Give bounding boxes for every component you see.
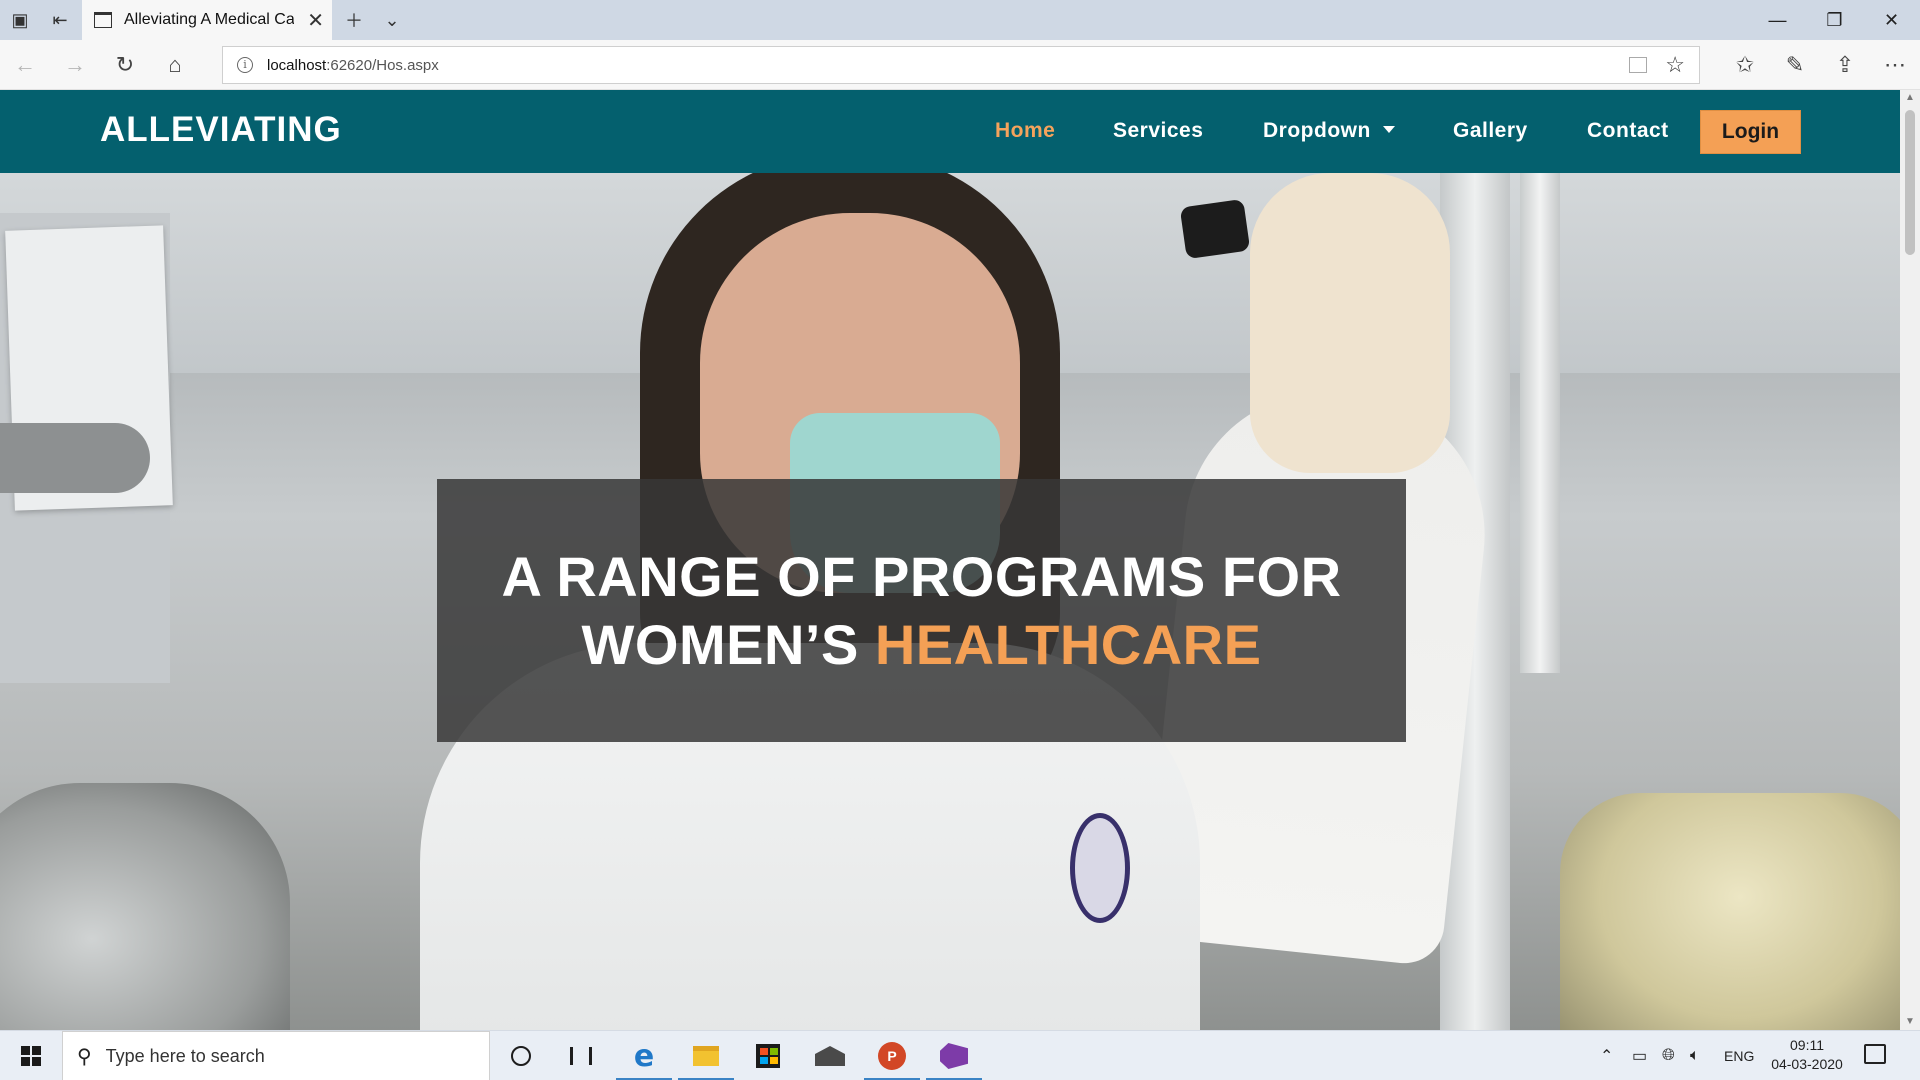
taskbar-edge[interactable]: e	[613, 1031, 675, 1080]
hero-photo-chair	[0, 783, 290, 1030]
nav-gallery[interactable]: Gallery	[1453, 119, 1528, 143]
address-bar[interactable]: i localhost:62620/Hos.aspx ☆	[222, 46, 1700, 84]
hero-caption-box: A RANGE OF PROGRAMS FOR WOMEN’S HEALTHCA…	[437, 479, 1406, 742]
taskbar-search-placeholder: Type here to search	[105, 1045, 265, 1066]
battery-icon[interactable]: ▭	[1632, 1031, 1647, 1080]
page-favicon-icon	[94, 12, 112, 28]
taskbar-mail[interactable]	[799, 1031, 861, 1080]
cortana-icon	[511, 1046, 531, 1066]
url-path: :62620/Hos.aspx	[326, 56, 439, 74]
page-scrollbar[interactable]: ▲ ▼	[1900, 90, 1920, 1030]
volume-icon[interactable]: 🔈︎	[1690, 1031, 1700, 1080]
login-button[interactable]: Login	[1700, 110, 1801, 154]
home-icon[interactable]: ⌂	[150, 40, 200, 90]
windows-taskbar: ⚲ Type here to search e P ⌃ ▭ 🌐︎ 🔈︎ ENG …	[0, 1030, 1920, 1080]
nav-dropdown-label: Dropdown	[1263, 119, 1371, 142]
caret-down-icon	[1382, 125, 1395, 133]
hero-headline-accent: HEALTHCARE	[874, 612, 1262, 676]
mail-icon	[815, 1046, 845, 1066]
tab-title: Alleviating A Medical Ca	[124, 11, 294, 28]
back-arrow-icon[interactable]: ←	[0, 40, 50, 90]
reading-view-icon[interactable]	[1629, 57, 1647, 73]
scrollbar-thumb[interactable]	[1905, 110, 1915, 255]
taskbar-powerpoint[interactable]: P	[861, 1031, 923, 1080]
site-header: ALLEVIATING Home Services Dropdown Galle…	[0, 90, 1900, 173]
action-center-icon[interactable]	[1864, 1044, 1886, 1064]
hero-photo-glove	[1250, 173, 1450, 473]
forward-arrow-icon[interactable]: →	[50, 40, 100, 90]
favorites-icon[interactable]: ✩	[1720, 40, 1770, 90]
tab-close-icon[interactable]: ✕	[307, 8, 324, 33]
browser-tab-strip: ▣ ⇤ Alleviating A Medical Ca ✕ ＋ ⌄ — ❐ ✕	[0, 0, 1920, 40]
hero-photo-equipment-arm	[0, 423, 150, 493]
browser-toolbar: ← → ↻ ⌂ i localhost:62620/Hos.aspx ☆ ✩ ✎…	[0, 40, 1920, 90]
browser-tab-active[interactable]: Alleviating A Medical Ca ✕	[82, 0, 332, 40]
task-view-icon	[570, 1047, 592, 1065]
site-info-icon[interactable]: i	[237, 57, 253, 73]
edge-icon: e	[633, 1038, 655, 1074]
store-icon	[756, 1044, 780, 1068]
scroll-up-icon[interactable]: ▲	[1900, 90, 1920, 106]
refresh-icon[interactable]: ↻	[100, 40, 150, 90]
hero-photo-pole-2	[1520, 173, 1560, 673]
cortana-button[interactable]	[490, 1031, 552, 1080]
site-brand[interactable]: ALLEVIATING	[100, 110, 342, 150]
network-globe-icon[interactable]: 🌐︎	[1662, 1031, 1675, 1080]
start-button[interactable]	[0, 1031, 62, 1080]
taskbar-store[interactable]	[737, 1031, 799, 1080]
taskbar-file-explorer[interactable]	[675, 1031, 737, 1080]
nav-services[interactable]: Services	[1113, 119, 1203, 143]
language-indicator[interactable]: ENG	[1724, 1031, 1754, 1080]
nav-dropdown[interactable]: Dropdown	[1263, 119, 1395, 143]
clock-time: 09:11	[1790, 1037, 1824, 1053]
url-host: localhost	[267, 56, 327, 74]
tab-preview-chevron-icon[interactable]: ⌄	[372, 0, 412, 40]
hero-photo-lamp	[1560, 793, 1900, 1030]
hero-banner: A RANGE OF PROGRAMS FOR WOMEN’S HEALTHCA…	[0, 173, 1900, 1030]
more-icon[interactable]: ⋯	[1870, 40, 1920, 90]
tray-chevron-icon[interactable]: ⌃	[1600, 1031, 1613, 1080]
tab-manager-icon[interactable]: ▣	[0, 0, 40, 40]
restore-icon[interactable]: ❐	[1806, 0, 1863, 40]
nav-home[interactable]: Home	[995, 119, 1055, 143]
taskbar-visual-studio[interactable]	[923, 1031, 985, 1080]
taskbar-clock[interactable]: 09:11 04-03-2020	[1762, 1036, 1852, 1074]
pen-icon[interactable]: ✎	[1770, 40, 1820, 90]
close-window-icon[interactable]: ✕	[1863, 0, 1920, 40]
hero-headline-line1: A RANGE OF PROGRAMS FOR	[501, 544, 1342, 608]
scroll-down-icon[interactable]: ▼	[1900, 1014, 1920, 1030]
hero-headline-line2: WOMEN’S HEALTHCARE	[582, 611, 1262, 679]
url-text[interactable]: localhost:62620/Hos.aspx	[267, 57, 439, 74]
clock-date: 04-03-2020	[1771, 1056, 1843, 1072]
new-tab-icon[interactable]: ＋	[334, 0, 374, 40]
task-view-button[interactable]	[550, 1031, 612, 1080]
powerpoint-icon: P	[878, 1042, 906, 1070]
windows-logo-icon	[21, 1046, 41, 1066]
nav-contact[interactable]: Contact	[1587, 119, 1669, 143]
folder-icon	[693, 1046, 719, 1066]
search-icon: ⚲	[77, 1045, 92, 1068]
share-icon[interactable]: ⇪	[1820, 40, 1870, 90]
hero-photo-slide	[1179, 198, 1251, 260]
hero-headline-plain: WOMEN’S	[581, 612, 875, 676]
taskbar-search-box[interactable]: ⚲ Type here to search	[62, 1031, 490, 1080]
minimize-icon[interactable]: —	[1749, 0, 1806, 40]
tabs-aside-icon[interactable]: ⇤	[40, 0, 80, 40]
favorite-star-icon[interactable]: ☆	[1665, 52, 1685, 78]
visual-studio-icon	[940, 1043, 968, 1069]
hero-photo-coat-badge	[1070, 813, 1130, 923]
